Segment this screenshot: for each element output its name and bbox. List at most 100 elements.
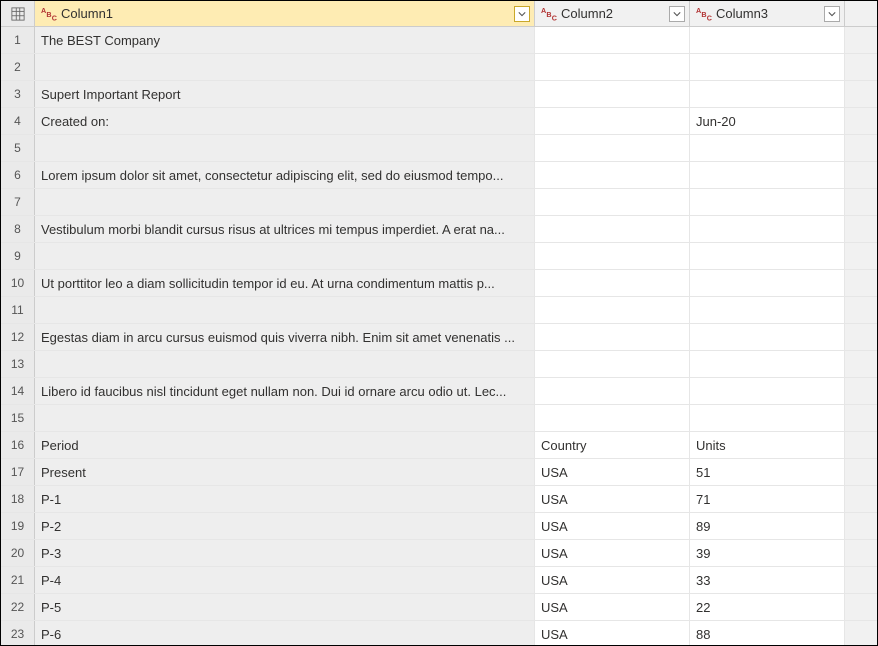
cell-column2[interactable] bbox=[535, 81, 690, 107]
cell-column3[interactable] bbox=[690, 54, 845, 80]
cell-column2[interactable] bbox=[535, 324, 690, 350]
column-filter-button[interactable] bbox=[514, 6, 530, 22]
cell-column3[interactable]: 89 bbox=[690, 513, 845, 539]
cell-column1[interactable]: P-4 bbox=[35, 567, 535, 593]
row-number[interactable]: 21 bbox=[1, 567, 35, 593]
row-number[interactable]: 15 bbox=[1, 405, 35, 431]
cell-column1[interactable]: Supert Important Report bbox=[35, 81, 535, 107]
cell-column3[interactable] bbox=[690, 243, 845, 269]
column-filter-button[interactable] bbox=[824, 6, 840, 22]
table-row[interactable]: 4Created on: Jun-20 bbox=[1, 108, 877, 135]
table-row[interactable]: 9 bbox=[1, 243, 877, 270]
table-row[interactable]: 14Libero id faucibus nisl tincidunt eget… bbox=[1, 378, 877, 405]
cell-column2[interactable]: USA bbox=[535, 540, 690, 566]
column-header-column3[interactable]: ABC Column3 bbox=[690, 1, 845, 26]
cell-column2[interactable]: Country bbox=[535, 432, 690, 458]
table-row[interactable]: 21P-4USA33 bbox=[1, 567, 877, 594]
table-row[interactable]: 12Egestas diam in arcu cursus euismod qu… bbox=[1, 324, 877, 351]
cell-column3[interactable] bbox=[690, 351, 845, 377]
cell-column2[interactable] bbox=[535, 162, 690, 188]
table-row[interactable]: 18P-1USA71 bbox=[1, 486, 877, 513]
cell-column2[interactable] bbox=[535, 135, 690, 161]
cell-column3[interactable] bbox=[690, 405, 845, 431]
cell-column1[interactable]: Libero id faucibus nisl tincidunt eget n… bbox=[35, 378, 535, 404]
table-row[interactable]: 10Ut porttitor leo a diam sollicitudin t… bbox=[1, 270, 877, 297]
cell-column3[interactable]: 51 bbox=[690, 459, 845, 485]
table-row[interactable]: 17PresentUSA51 bbox=[1, 459, 877, 486]
row-number[interactable]: 4 bbox=[1, 108, 35, 134]
cell-column2[interactable]: USA bbox=[535, 459, 690, 485]
row-number[interactable]: 12 bbox=[1, 324, 35, 350]
row-number[interactable]: 5 bbox=[1, 135, 35, 161]
cell-column2[interactable] bbox=[535, 351, 690, 377]
cell-column1[interactable]: The BEST Company bbox=[35, 27, 535, 53]
cell-column3[interactable] bbox=[690, 81, 845, 107]
row-number[interactable]: 1 bbox=[1, 27, 35, 53]
table-row[interactable]: 20P-3USA39 bbox=[1, 540, 877, 567]
row-number[interactable]: 14 bbox=[1, 378, 35, 404]
cell-column3[interactable]: Jun-20 bbox=[690, 108, 845, 134]
row-number[interactable]: 20 bbox=[1, 540, 35, 566]
cell-column2[interactable] bbox=[535, 27, 690, 53]
table-row[interactable]: 3Supert Important Report bbox=[1, 81, 877, 108]
row-number[interactable]: 16 bbox=[1, 432, 35, 458]
row-number[interactable]: 10 bbox=[1, 270, 35, 296]
cell-column1[interactable]: Lorem ipsum dolor sit amet, consectetur … bbox=[35, 162, 535, 188]
cell-column1[interactable]: Ut porttitor leo a diam sollicitudin tem… bbox=[35, 270, 535, 296]
table-row[interactable]: 5 bbox=[1, 135, 877, 162]
cell-column2[interactable]: USA bbox=[535, 486, 690, 512]
column-filter-button[interactable] bbox=[669, 6, 685, 22]
row-number[interactable]: 6 bbox=[1, 162, 35, 188]
table-row[interactable]: 13 bbox=[1, 351, 877, 378]
cell-column3[interactable] bbox=[690, 189, 845, 215]
table-row[interactable]: 2 bbox=[1, 54, 877, 81]
cell-column1[interactable]: Egestas diam in arcu cursus euismod quis… bbox=[35, 324, 535, 350]
cell-column3[interactable]: 71 bbox=[690, 486, 845, 512]
cell-column2[interactable] bbox=[535, 297, 690, 323]
cell-column1[interactable] bbox=[35, 243, 535, 269]
cell-column3[interactable]: 39 bbox=[690, 540, 845, 566]
cell-column1[interactable]: Present bbox=[35, 459, 535, 485]
row-number[interactable]: 8 bbox=[1, 216, 35, 242]
column-header-column1[interactable]: ABC Column1 bbox=[35, 1, 535, 26]
cell-column1[interactable] bbox=[35, 54, 535, 80]
cell-column3[interactable] bbox=[690, 27, 845, 53]
select-all-corner[interactable] bbox=[1, 1, 35, 26]
cell-column1[interactable] bbox=[35, 405, 535, 431]
row-number[interactable]: 17 bbox=[1, 459, 35, 485]
cell-column2[interactable] bbox=[535, 378, 690, 404]
cell-column2[interactable]: USA bbox=[535, 594, 690, 620]
cell-column2[interactable] bbox=[535, 270, 690, 296]
cell-column1[interactable]: P-3 bbox=[35, 540, 535, 566]
cell-column1[interactable]: Vestibulum morbi blandit cursus risus at… bbox=[35, 216, 535, 242]
cell-column1[interactable]: Period bbox=[35, 432, 535, 458]
cell-column2[interactable] bbox=[535, 243, 690, 269]
row-number[interactable]: 7 bbox=[1, 189, 35, 215]
cell-column1[interactable]: Created on: bbox=[35, 108, 535, 134]
table-row[interactable]: 19P-2USA89 bbox=[1, 513, 877, 540]
row-number[interactable]: 18 bbox=[1, 486, 35, 512]
cell-column2[interactable] bbox=[535, 216, 690, 242]
cell-column2[interactable] bbox=[535, 189, 690, 215]
table-row[interactable]: 15 bbox=[1, 405, 877, 432]
row-number[interactable]: 13 bbox=[1, 351, 35, 377]
cell-column1[interactable]: P-1 bbox=[35, 486, 535, 512]
table-row[interactable]: 8Vestibulum morbi blandit cursus risus a… bbox=[1, 216, 877, 243]
cell-column2[interactable] bbox=[535, 108, 690, 134]
row-number[interactable]: 22 bbox=[1, 594, 35, 620]
row-number[interactable]: 11 bbox=[1, 297, 35, 323]
cell-column1[interactable] bbox=[35, 351, 535, 377]
row-number[interactable]: 9 bbox=[1, 243, 35, 269]
cell-column1[interactable] bbox=[35, 135, 535, 161]
cell-column1[interactable] bbox=[35, 189, 535, 215]
column-header-column2[interactable]: ABC Column2 bbox=[535, 1, 690, 26]
cell-column3[interactable]: 22 bbox=[690, 594, 845, 620]
row-number[interactable]: 2 bbox=[1, 54, 35, 80]
cell-column3[interactable]: 33 bbox=[690, 567, 845, 593]
cell-column3[interactable] bbox=[690, 324, 845, 350]
table-row[interactable]: 7 bbox=[1, 189, 877, 216]
cell-column3[interactable] bbox=[690, 216, 845, 242]
row-number[interactable]: 3 bbox=[1, 81, 35, 107]
cell-column3[interactable] bbox=[690, 378, 845, 404]
cell-column3[interactable]: Units bbox=[690, 432, 845, 458]
